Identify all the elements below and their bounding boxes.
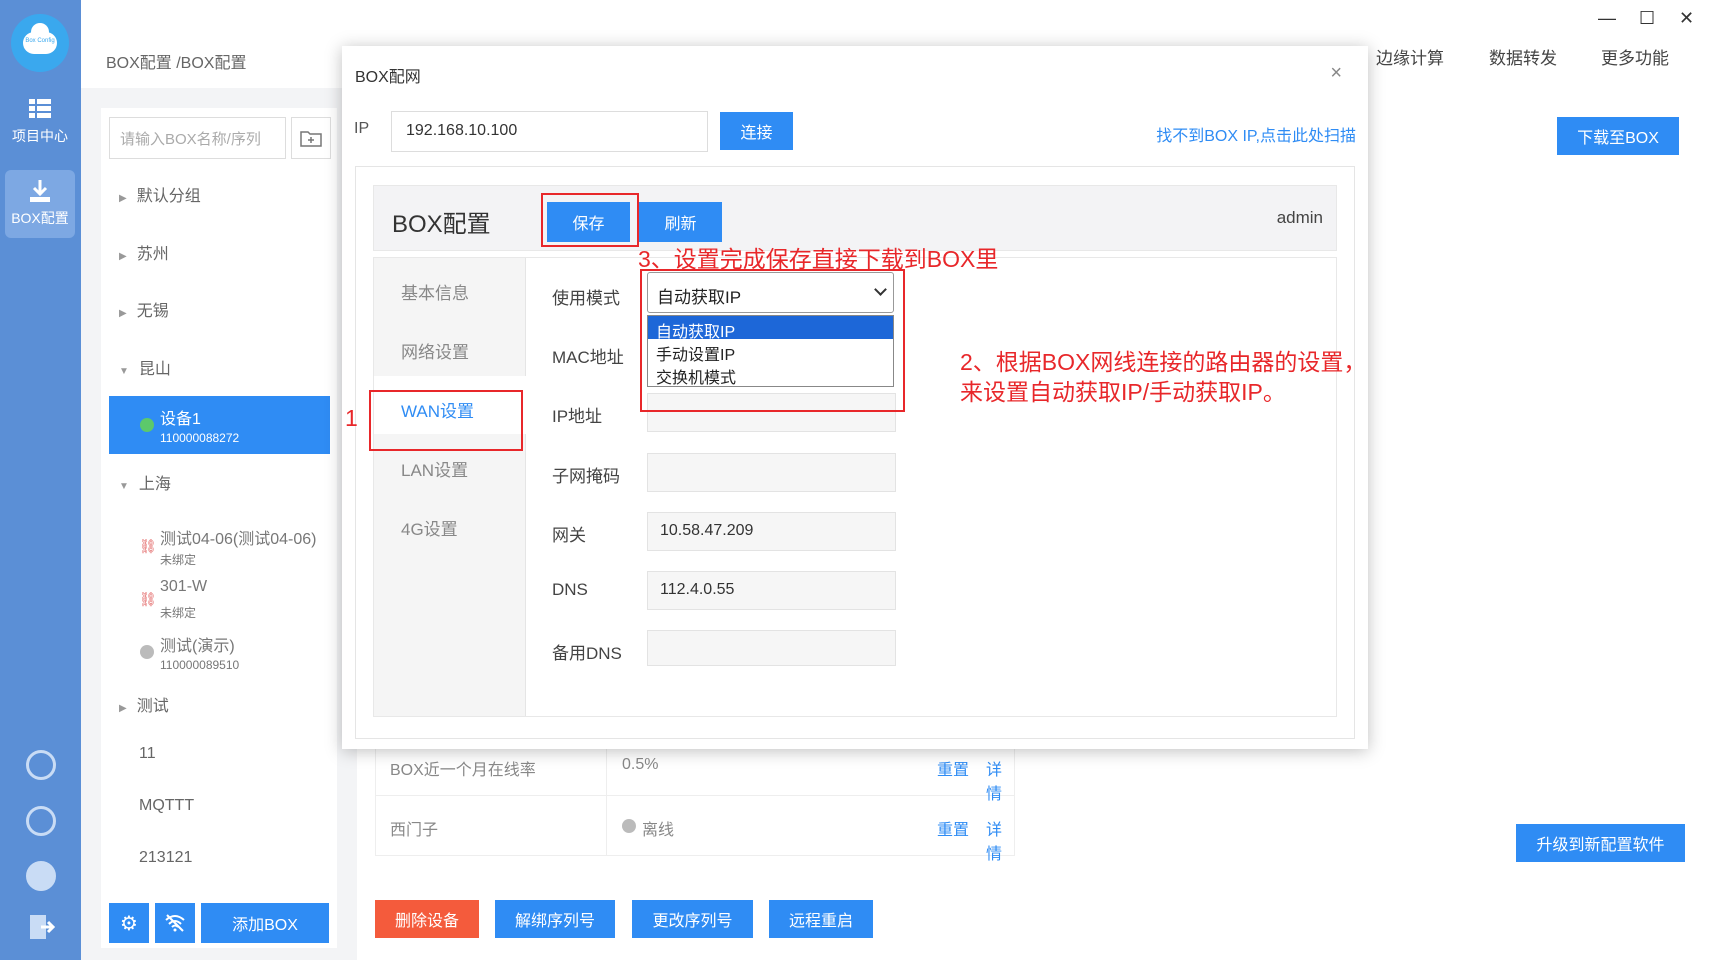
mac-label: MAC地址 [552, 348, 624, 367]
device-item[interactable]: 测试(演示) 110000089510 [109, 623, 330, 681]
dialog-title: BOX配网 [355, 69, 421, 86]
device-item[interactable]: ⛓ 301-W 未绑定 [109, 569, 330, 627]
config-tabs: 基本信息 网络设置 WAN设置 LAN设置 4G设置 [374, 258, 526, 716]
group-default[interactable]: ▶ 默认分组 [119, 182, 201, 206]
caret-right-icon: ▶ [119, 703, 127, 714]
group-11[interactable]: 11 [139, 745, 156, 763]
group-wuxi[interactable]: ▶ 无锡 [119, 297, 169, 321]
ip-input[interactable]: 192.168.10.100 [391, 111, 708, 152]
table-row: 西门子 离线 重置 详情 [375, 796, 1015, 863]
unlink-icon: ⛓ [139, 538, 157, 554]
globe-icon[interactable] [26, 806, 56, 836]
tree-search-input[interactable]: 请输入BOX名称/序列 [109, 117, 286, 159]
user-name: admin [1276, 208, 1323, 227]
annotation-box-mode [640, 269, 905, 412]
ip-label: IP [354, 120, 370, 137]
caret-right-icon: ▶ [119, 308, 127, 319]
annotation-3: 3、设置完成保存直接下载到BOX里 [638, 246, 999, 272]
device-item-selected[interactable]: 设备1 110000088272 [109, 396, 330, 454]
device-tree-panel: 请输入BOX名称/序列 ▶ 默认分组 ▶ 苏州 ▶ 无锡 ▼ 昆山 设备1 110000… [101, 108, 337, 948]
list-icon [29, 99, 51, 118]
backup-dns-input[interactable] [647, 630, 896, 666]
group-213121[interactable]: 213121 [139, 849, 192, 867]
wifi-off-icon [165, 914, 185, 932]
connect-button[interactable]: 连接 [720, 112, 793, 150]
remote-reboot-button[interactable]: 远程重启 [769, 900, 873, 938]
nav-edge-computing[interactable]: 边缘计算 [1376, 44, 1444, 69]
details-link[interactable]: 详情 [986, 816, 1014, 864]
group-kunshan[interactable]: ▼ 昆山 [119, 355, 171, 379]
device-item[interactable]: ⛓ 测试04-06(测试04-06) 未绑定 [109, 516, 330, 574]
nav-more-functions[interactable]: 更多功能 [1601, 44, 1669, 69]
left-rail: Box Config 项目中心 BOX配置 [0, 0, 81, 960]
rail-item-box-config[interactable]: BOX配置 [5, 170, 75, 238]
nav-data-forwarding[interactable]: 数据转发 [1489, 44, 1557, 69]
reset-link[interactable]: 重置 [937, 816, 969, 840]
group-suzhou[interactable]: ▶ 苏州 [119, 240, 169, 264]
tab-lan-settings[interactable]: LAN设置 [401, 456, 468, 481]
new-folder-icon[interactable] [291, 117, 331, 159]
ip-address-label: IP地址 [552, 407, 603, 426]
caret-down-icon: ▼ [119, 366, 129, 377]
app-logo: Box Config [11, 14, 69, 72]
tab-network-settings[interactable]: 网络设置 [401, 338, 469, 363]
annotation-2-line2: 来设置自动获取IP/手动获取IP。 [960, 379, 1286, 405]
mode-label: 使用模式 [552, 289, 620, 308]
group-test[interactable]: ▶ 测试 [119, 692, 169, 716]
backup-dns-label: 备用DNS [552, 644, 622, 663]
group-shanghai[interactable]: ▼ 上海 [119, 470, 171, 494]
cloud-icon: Box Config [23, 23, 57, 54]
user-icon[interactable] [26, 750, 56, 780]
group-mqttt[interactable]: MQTTT [139, 797, 194, 815]
close-icon[interactable]: × [1330, 62, 1342, 85]
download-icon [30, 180, 50, 202]
unlink-icon: ⛓ [139, 591, 157, 607]
add-box-button[interactable]: 添加BOX [201, 903, 329, 943]
close-window-icon[interactable]: ✕ [1679, 8, 1694, 29]
tab-basic-info[interactable]: 基本信息 [401, 279, 469, 304]
annotation-1: 1 [345, 405, 358, 431]
gateway-label: 网关 [552, 526, 586, 545]
download-to-box-button[interactable]: 下载至BOX [1557, 117, 1679, 155]
subnet-mask-input[interactable] [647, 453, 896, 492]
dns-input[interactable]: 112.4.0.55 [647, 571, 896, 610]
gateway-input[interactable]: 10.58.47.209 [647, 512, 896, 551]
online-status-dot [140, 418, 154, 432]
gear-icon: ⚙ [120, 912, 138, 935]
subnet-mask-label: 子网掩码 [552, 467, 620, 486]
reset-link[interactable]: 重置 [937, 756, 969, 780]
annotation-2-line1: 2、根据BOX网线连接的路由器的设置， [960, 349, 1367, 375]
change-serial-button[interactable]: 更改序列号 [632, 900, 753, 938]
refresh-button[interactable]: 刷新 [639, 202, 722, 242]
delete-device-button[interactable]: 删除设备 [375, 900, 479, 938]
caret-right-icon: ▶ [119, 193, 127, 204]
rail-item-project-center[interactable]: 项目中心 [5, 88, 75, 156]
dns-label: DNS [552, 580, 588, 599]
wifi-off-button[interactable] [155, 903, 195, 943]
caret-down-icon: ▼ [119, 481, 129, 492]
maximize-icon[interactable]: ☐ [1639, 8, 1655, 29]
scan-box-ip-link[interactable]: 找不到BOX IP,点击此处扫描 [1156, 122, 1356, 146]
caret-right-icon: ▶ [119, 251, 127, 262]
settings-button[interactable]: ⚙ [109, 903, 149, 943]
unbind-serial-button[interactable]: 解绑序列号 [495, 900, 615, 938]
annotation-box-wan [369, 390, 523, 451]
upgrade-config-software-button[interactable]: 升级到新配置软件 [1516, 824, 1685, 862]
config-title: BOX配置 [392, 211, 491, 238]
minimize-icon[interactable]: — [1598, 8, 1616, 29]
tab-4g-settings[interactable]: 4G设置 [401, 515, 458, 540]
breadcrumb: BOX配置 /BOX配置 [106, 55, 247, 72]
exit-icon[interactable] [27, 913, 55, 941]
help-icon[interactable] [26, 861, 56, 891]
annotation-box-save [541, 193, 639, 247]
offline-status-dot [140, 645, 154, 659]
offline-status-dot [622, 819, 636, 833]
